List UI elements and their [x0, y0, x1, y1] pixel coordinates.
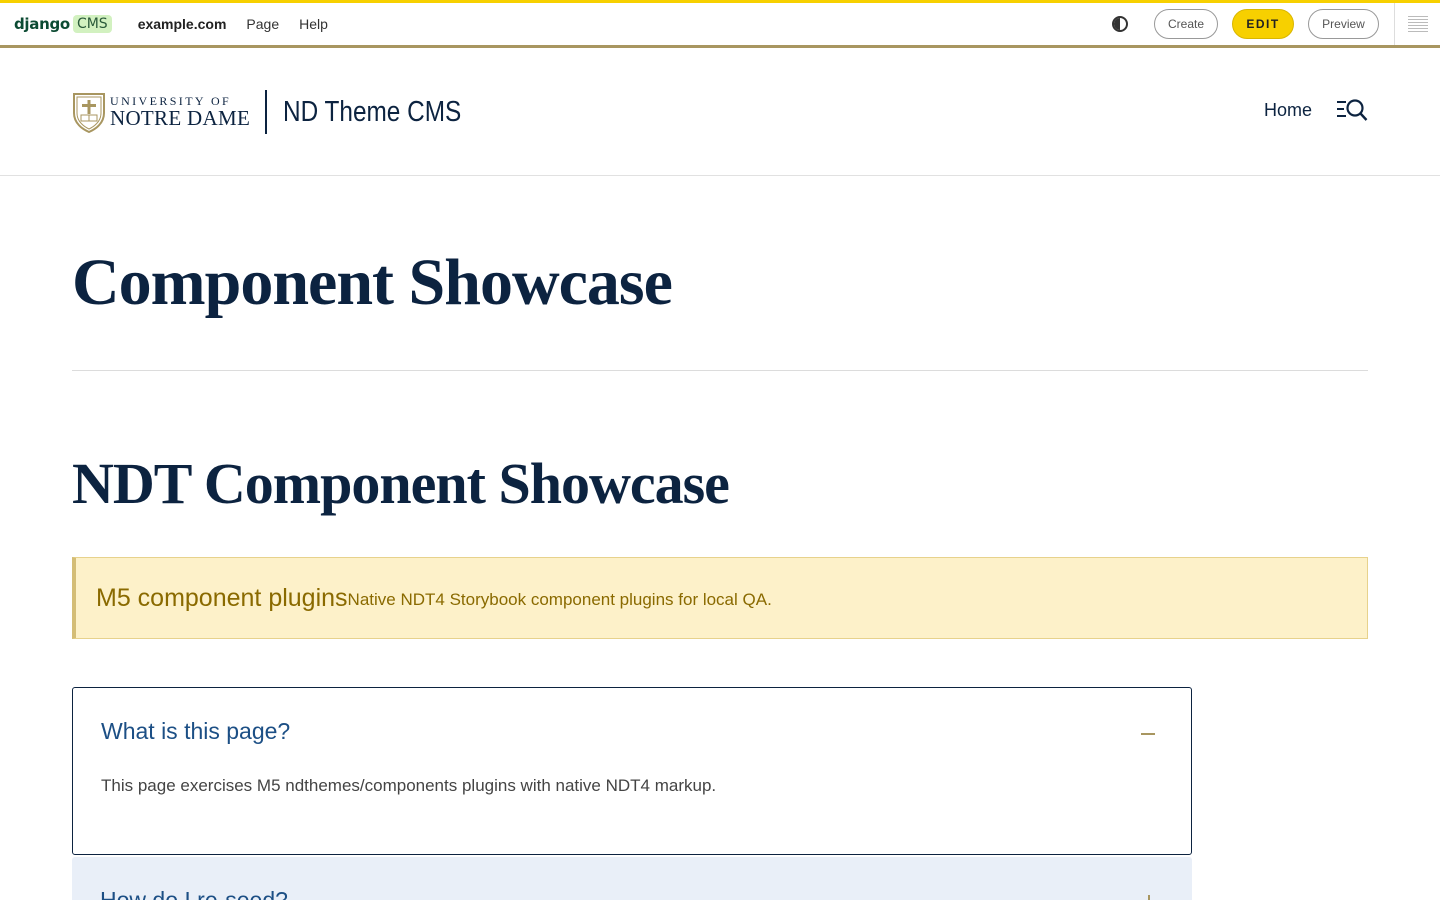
create-button[interactable]: Create: [1154, 9, 1218, 39]
accordion: What is this page? This page exercises M…: [72, 687, 1192, 900]
toolbar-menu-page[interactable]: Page: [246, 16, 279, 32]
accordion-item: How do I re-seed?: [72, 857, 1192, 900]
site-header: UNIVERSITY OF NOTRE DAME ND Theme CMS Ho…: [0, 48, 1440, 176]
cms-toolbar: django CMS example.com Page Help Create …: [0, 0, 1440, 48]
toolbar-menu: example.com Page Help: [138, 16, 348, 32]
preview-button[interactable]: Preview: [1308, 9, 1379, 39]
logo-django-text: django: [14, 15, 70, 33]
toolbar-right: Create EDIT Preview: [1112, 3, 1440, 45]
alert-banner: M5 component plugins Native NDT4 Storybo…: [72, 557, 1368, 639]
brand-divider: [265, 90, 268, 134]
title-divider: [72, 370, 1368, 371]
university-seal-icon: [73, 93, 105, 133]
site-name: ND Theme CMS: [283, 95, 462, 128]
logo-cms-text: CMS: [72, 15, 112, 33]
django-cms-logo[interactable]: django CMS: [14, 13, 112, 35]
toolbar-menu-site[interactable]: example.com: [138, 16, 227, 32]
nav-home-link[interactable]: Home: [1264, 100, 1312, 121]
university-wordmark: UNIVERSITY OF NOTRE DAME: [110, 95, 250, 129]
wordmark-line2: NOTRE DAME: [110, 106, 251, 130]
edit-button[interactable]: EDIT: [1232, 9, 1294, 39]
accordion-question[interactable]: How do I re-seed?: [100, 887, 288, 900]
accordion-question[interactable]: What is this page?: [101, 718, 290, 745]
structure-toggle[interactable]: [1394, 3, 1440, 45]
expand-icon[interactable]: [1142, 895, 1156, 900]
header-nav: Home: [1264, 97, 1368, 123]
accordion-answer: This page exercises M5 ndthemes/componen…: [101, 776, 717, 795]
alert-text: Native NDT4 Storybook component plugins …: [347, 590, 772, 609]
contrast-icon[interactable]: [1112, 16, 1128, 32]
accordion-item: What is this page? This page exercises M…: [72, 687, 1192, 855]
alert-heading: M5 component plugins: [96, 583, 348, 612]
toolbar-menu-help[interactable]: Help: [299, 16, 328, 32]
section-title: NDT Component Showcase: [72, 451, 730, 516]
collapse-icon[interactable]: [1141, 733, 1155, 735]
brand-link[interactable]: UNIVERSITY OF NOTRE DAME ND Theme CMS: [72, 90, 495, 134]
structure-icon: [1407, 14, 1428, 34]
page-title: Component Showcase: [72, 246, 673, 319]
menu-search-icon[interactable]: [1336, 97, 1368, 123]
